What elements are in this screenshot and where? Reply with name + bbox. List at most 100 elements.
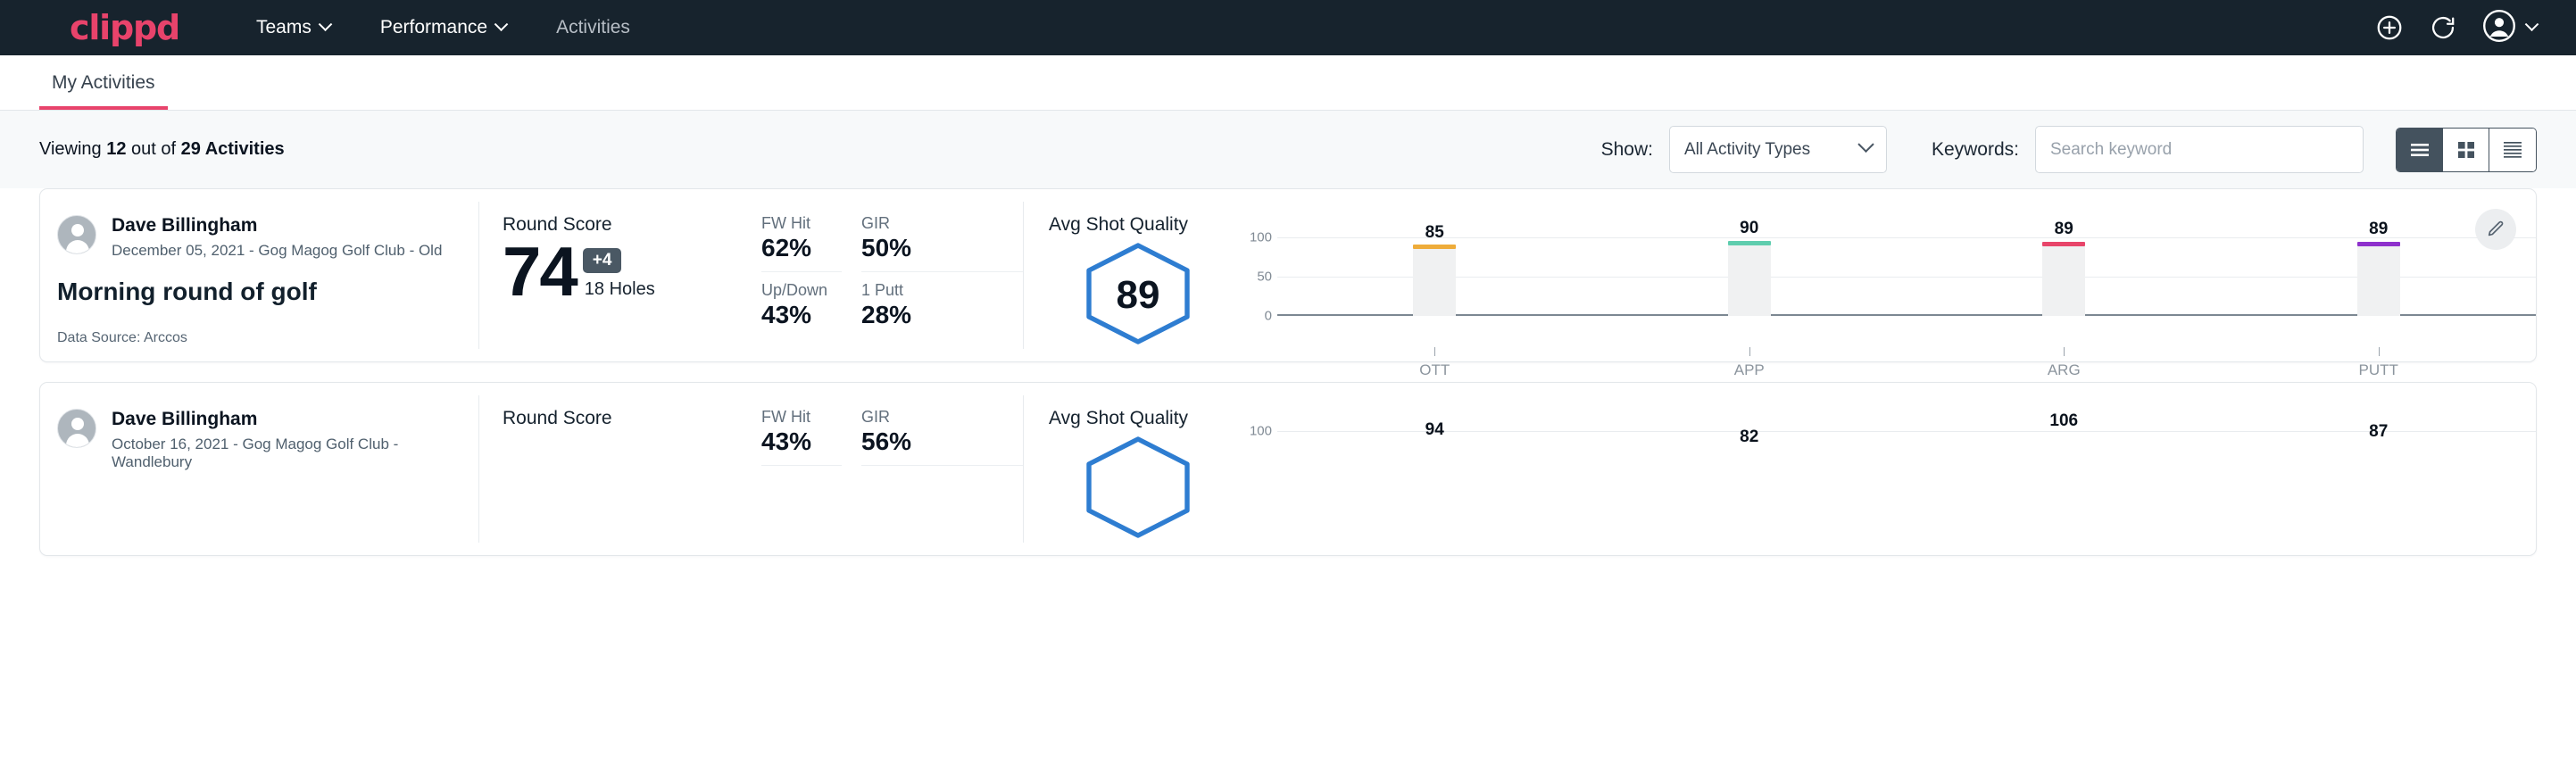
bar-body	[1728, 245, 1771, 316]
x-label-putt: PUTT	[2222, 361, 2537, 379]
nav-activities[interactable]: Activities	[556, 17, 630, 38]
stat-value: 43%	[761, 301, 842, 329]
score-to-par-badge: +4	[583, 248, 622, 273]
viewing-mid: out of	[126, 139, 180, 159]
avatar	[57, 215, 96, 254]
stat-fw-hit: FW Hit 43%	[761, 408, 842, 466]
bar-ott: 85	[1277, 237, 1592, 316]
filter-bar: Viewing 12 out of 29 Activities Show: Al…	[0, 111, 2576, 188]
player-name: Dave Billingham	[112, 409, 479, 430]
avg-shot-quality-section: Avg Shot Quality 89 100 50	[1024, 189, 2536, 361]
stat-label: GIR	[861, 408, 1024, 427]
pencil-icon	[2486, 220, 2505, 239]
chart-plot-area: 85 90	[1277, 237, 2536, 316]
bar-app: 82	[1592, 431, 1907, 510]
nav-teams[interactable]: Teams	[256, 17, 330, 38]
clippd-logo[interactable]: clippd	[70, 8, 179, 47]
activity-card[interactable]: Dave Billingham October 16, 2021 - Gog M…	[39, 382, 2537, 556]
chevron-down-icon	[494, 17, 509, 31]
quality-hexagon	[1082, 435, 1194, 540]
shot-quality-bar-chart: 100 94 82	[1227, 431, 2536, 540]
viewing-count-text: Viewing 12 out of 29 Activities	[39, 139, 285, 160]
bar-cap	[1413, 245, 1456, 249]
activity-stats: FW Hit 43% GIR 56%	[747, 383, 1024, 555]
bar-body	[1413, 249, 1456, 316]
round-score-section: Round Score	[479, 383, 747, 555]
viewing-prefix: Viewing	[39, 139, 106, 159]
stat-label: 1 Putt	[861, 281, 1024, 300]
view-mode-grid-button[interactable]	[2443, 129, 2489, 171]
y-tick-100: 100	[1250, 424, 1272, 439]
stat-value: 28%	[861, 301, 1024, 329]
stat-value: 56%	[861, 427, 1024, 456]
refresh-icon[interactable]	[2429, 13, 2457, 42]
show-label: Show:	[1601, 139, 1653, 161]
activity-title: Morning round of golf	[57, 278, 479, 306]
chevron-down-icon	[1857, 137, 1874, 153]
stat-gir: GIR 50%	[861, 214, 1024, 272]
nav-performance-label: Performance	[380, 17, 487, 38]
bar-value: 87	[2369, 422, 2388, 442]
nav-teams-label: Teams	[256, 17, 312, 38]
avg-shot-quality-body: 100 94 82	[1049, 431, 2536, 540]
bar-value: 85	[1425, 223, 1444, 243]
holes-played: 18 Holes	[585, 279, 655, 300]
activity-meta: December 05, 2021 - Gog Magog Golf Club …	[112, 242, 442, 260]
bar-value: 94	[1425, 420, 1444, 440]
activity-type-selected-value: All Activity Types	[1684, 140, 1810, 160]
activity-stats: FW Hit 62% GIR 50% Up/Down 43% 1 Putt 28…	[747, 189, 1024, 361]
account-avatar-icon	[2482, 9, 2516, 47]
chevron-down-icon	[319, 17, 333, 31]
y-tick-100: 100	[1250, 230, 1272, 245]
account-menu[interactable]	[2482, 9, 2537, 47]
y-tick-50: 50	[1257, 270, 1272, 285]
bar-value: 82	[1740, 427, 1758, 447]
stat-value: 50%	[861, 234, 1024, 262]
bar-app: 90	[1592, 237, 1907, 316]
activity-type-select[interactable]: All Activity Types	[1669, 126, 1887, 173]
stat-label: FW Hit	[761, 408, 842, 427]
activity-meta: October 16, 2021 - Gog Magog Golf Club -…	[112, 436, 479, 471]
grid-icon	[2456, 139, 2477, 161]
bar-cap	[2042, 242, 2085, 246]
view-mode-compact-button[interactable]	[2489, 129, 2536, 171]
edit-activity-button[interactable]	[2475, 209, 2516, 250]
viewing-count: 12	[106, 139, 126, 159]
bar-body	[2357, 246, 2400, 316]
stat-up-down: Up/Down 43%	[761, 281, 842, 329]
stat-value: 62%	[761, 234, 842, 262]
activity-card[interactable]: Dave Billingham December 05, 2021 - Gog …	[39, 188, 2537, 362]
x-label-ott: OTT	[1277, 361, 1592, 379]
view-mode-list-button[interactable]	[2397, 129, 2443, 171]
search-placeholder: Search keyword	[2050, 140, 2172, 160]
tab-bar: My Activities	[0, 55, 2576, 111]
bar-putt: 87	[2222, 431, 2537, 510]
plus-circle-icon[interactable]	[2375, 13, 2404, 42]
quality-hexagon-wrap: 89	[1049, 237, 1227, 346]
hexagon-icon	[1082, 435, 1194, 540]
stat-label: Up/Down	[761, 281, 842, 300]
x-label-app: APP	[1592, 361, 1907, 379]
stat-fw-hit: FW Hit 62%	[761, 214, 842, 272]
activity-info: Dave Billingham December 05, 2021 - Gog …	[40, 189, 479, 361]
tab-my-activities[interactable]: My Activities	[39, 72, 168, 110]
nav-performance[interactable]: Performance	[380, 17, 506, 38]
bar-value: 89	[2055, 220, 2073, 239]
tab-my-activities-label: My Activities	[52, 72, 155, 93]
avg-shot-quality-section: Avg Shot Quality 100	[1024, 383, 2536, 555]
stat-label: FW Hit	[761, 214, 842, 233]
round-score-side: +4 18 Holes	[577, 248, 655, 305]
y-tick-0: 0	[1265, 309, 1272, 324]
stat-one-putt: 1 Putt 28%	[861, 281, 1024, 329]
compact-list-icon	[2501, 140, 2524, 160]
app-header: clippd Teams Performance Activities	[0, 0, 2576, 55]
nav-activities-label: Activities	[556, 17, 630, 38]
search-input[interactable]: Search keyword	[2035, 126, 2364, 173]
bar-arg: 106	[1907, 431, 2222, 510]
bar-value: 106	[2049, 411, 2078, 431]
bar-arg: 89	[1907, 237, 2222, 316]
quality-hexagon: 89	[1082, 241, 1194, 346]
chart-plot-area: 94 82 106 87	[1277, 431, 2536, 510]
avatar	[57, 409, 96, 448]
chart-y-axis: 100 50 0	[1242, 237, 1277, 316]
